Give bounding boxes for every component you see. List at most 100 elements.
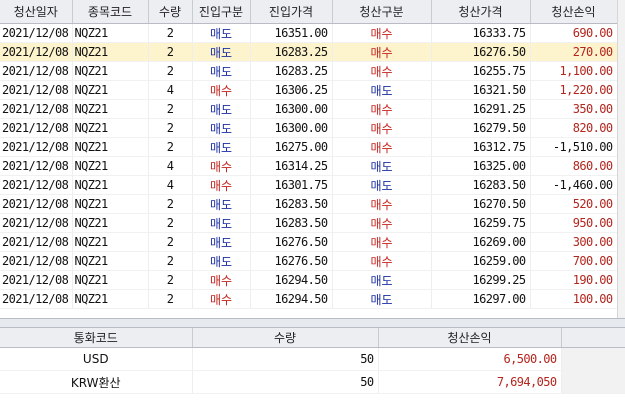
cell-close-date: 2021/12/08: [0, 137, 73, 157]
cell-entry-price: 16300.00: [250, 118, 333, 138]
table-row[interactable]: 2021/12/08 NQZ21 2 매도 16276.50 매수 16269.00 300.…: [0, 232, 618, 252]
col-header-pnl[interactable]: 청산손익: [530, 0, 618, 24]
table-row[interactable]: 2021/12/08 NQZ21 2 매도 16351.00 매수 16333.75 690.…: [0, 23, 618, 43]
cell-exit-side: 매수: [332, 99, 432, 119]
summary-cell-quantity: 50: [192, 347, 379, 371]
cell-close-date: 2021/12/08: [0, 194, 73, 214]
cell-entry-price: 16294.50: [250, 270, 333, 290]
cell-pnl: 820.00: [530, 118, 618, 138]
cell-entry-side: 매도: [192, 118, 251, 138]
cell-quantity: 2: [148, 61, 193, 81]
table-row[interactable]: 2021/12/08 NQZ21 2 매도 16276.50 매수 16259.00 700.…: [0, 251, 618, 271]
cell-symbol: NQZ21: [72, 61, 149, 81]
table-row[interactable]: 2021/12/08 NQZ21 4 매수 16301.75 매도 16283.50 -1,4…: [0, 175, 618, 195]
cell-entry-side: 매수: [192, 156, 251, 176]
cell-quantity: 2: [148, 270, 193, 290]
cell-exit-side: 매도: [332, 175, 432, 195]
cell-quantity: 2: [148, 118, 193, 138]
cell-entry-side: 매수: [192, 175, 251, 195]
summary-row[interactable]: KRW환산 50 7,694,050: [0, 370, 625, 394]
cell-entry-price: 16306.25: [250, 80, 333, 100]
table-row[interactable]: 2021/12/08 NQZ21 2 매도 16283.25 매수 16255.75 1,10…: [0, 61, 618, 81]
cell-quantity: 2: [148, 99, 193, 119]
cell-exit-price: 16259.00: [431, 251, 531, 271]
cell-symbol: NQZ21: [72, 137, 149, 157]
table-row[interactable]: 2021/12/08 NQZ21 4 매수 16306.25 매도 16321.50 1,22…: [0, 80, 618, 100]
trade-history-table: 청산일자 종목코드 수량 진입구분 진입가격 청산구분 청산가격 청산손익 20…: [0, 0, 618, 309]
cell-exit-price: 16283.50: [431, 175, 531, 195]
cell-exit-price: 16270.50: [431, 194, 531, 214]
cell-close-date: 2021/12/08: [0, 251, 73, 271]
summary-col-header-currency[interactable]: 통화코드: [0, 328, 193, 348]
col-header-exit-price[interactable]: 청산가격: [431, 0, 531, 24]
col-header-entry-side[interactable]: 진입구분: [192, 0, 251, 24]
cell-exit-price: 16299.25: [431, 270, 531, 290]
vertical-scrollbar[interactable]: [617, 0, 625, 322]
cell-exit-side: 매수: [332, 118, 432, 138]
summary-col-header-quantity[interactable]: 수량: [192, 328, 379, 348]
col-header-symbol[interactable]: 종목코드: [72, 0, 149, 24]
cell-exit-side: 매수: [332, 194, 432, 214]
table-row[interactable]: 2021/12/08 NQZ21 4 매수 16314.25 매도 16325.00 860.…: [0, 156, 618, 176]
cell-pnl: 1,220.00: [530, 80, 618, 100]
trade-history-grid[interactable]: 청산일자 종목코드 수량 진입구분 진입가격 청산구분 청산가격 청산손익 20…: [0, 0, 625, 322]
table-row[interactable]: 2021/12/08 NQZ21 2 매도 16275.00 매수 16312.75 -1,5…: [0, 137, 618, 157]
cell-pnl: 100.00: [530, 289, 618, 309]
summary-cell-currency: KRW환산: [0, 370, 193, 394]
cell-symbol: NQZ21: [72, 213, 149, 233]
cell-quantity: 2: [148, 194, 193, 214]
cell-exit-price: 16259.75: [431, 213, 531, 233]
header-row: 청산일자 종목코드 수량 진입구분 진입가격 청산구분 청산가격 청산손익: [0, 0, 618, 24]
cell-entry-price: 16300.00: [250, 99, 333, 119]
cell-entry-side: 매도: [192, 194, 251, 214]
table-row[interactable]: 2021/12/08 NQZ21 2 매수 16294.50 매도 16297.00 100.…: [0, 289, 618, 309]
cell-close-date: 2021/12/08: [0, 270, 73, 290]
cell-exit-side: 매도: [332, 156, 432, 176]
table-row[interactable]: 2021/12/08 NQZ21 2 매도 16283.50 매수 16259.75 950.…: [0, 213, 618, 233]
col-header-close-date[interactable]: 청산일자: [0, 0, 73, 24]
cell-entry-side: 매도: [192, 137, 251, 157]
cell-exit-price: 16333.75: [431, 23, 531, 43]
cell-pnl: 300.00: [530, 232, 618, 252]
table-row[interactable]: 2021/12/08 NQZ21 2 매도 16300.00 매수 16291.25 350.…: [0, 99, 618, 119]
col-header-quantity[interactable]: 수량: [148, 0, 193, 24]
cell-exit-price: 16312.75: [431, 137, 531, 157]
cell-entry-price: 16301.75: [250, 175, 333, 195]
table-row[interactable]: 2021/12/08 NQZ21 2 매도 16300.00 매수 16279.50 820.…: [0, 118, 618, 138]
cell-entry-price: 16283.50: [250, 213, 333, 233]
cell-exit-side: 매수: [332, 213, 432, 233]
cell-symbol: NQZ21: [72, 289, 149, 309]
summary-col-header-blank: [561, 328, 625, 348]
summary-header-row: 통화코드 수량 청산손익: [0, 328, 625, 348]
cell-exit-price: 16291.25: [431, 99, 531, 119]
cell-close-date: 2021/12/08: [0, 42, 73, 62]
cell-entry-price: 16351.00: [250, 23, 333, 43]
table-row[interactable]: 2021/12/08 NQZ21 2 매도 16283.50 매수 16270.50 520.…: [0, 194, 618, 214]
cell-exit-price: 16276.50: [431, 42, 531, 62]
cell-exit-side: 매수: [332, 251, 432, 271]
cell-pnl: 350.00: [530, 99, 618, 119]
cell-close-date: 2021/12/08: [0, 61, 73, 81]
col-header-entry-price[interactable]: 진입가격: [250, 0, 333, 24]
summary-cell-blank: [561, 370, 625, 394]
cell-exit-side: 매수: [332, 61, 432, 81]
summary-grid: 통화코드 수량 청산손익 USD 50 6,500.00 KRW환산 50 7,694,0…: [0, 328, 625, 410]
table-row[interactable]: 2021/12/08 NQZ21 2 매수 16294.50 매도 16299.25 190.…: [0, 270, 618, 290]
cell-symbol: NQZ21: [72, 251, 149, 271]
cell-exit-side: 매도: [332, 270, 432, 290]
cell-entry-price: 16294.50: [250, 289, 333, 309]
cell-quantity: 2: [148, 213, 193, 233]
table-row[interactable]: 2021/12/08 NQZ21 2 매도 16283.25 매수 16276.50 270.…: [0, 42, 618, 62]
splitter-bar[interactable]: [0, 318, 625, 328]
cell-quantity: 2: [148, 23, 193, 43]
cell-symbol: NQZ21: [72, 194, 149, 214]
cell-symbol: NQZ21: [72, 118, 149, 138]
summary-col-header-pnl[interactable]: 청산손익: [378, 328, 562, 348]
cell-quantity: 2: [148, 289, 193, 309]
summary-row[interactable]: USD 50 6,500.00: [0, 347, 625, 371]
cell-symbol: NQZ21: [72, 232, 149, 252]
cell-quantity: 2: [148, 42, 193, 62]
cell-symbol: NQZ21: [72, 270, 149, 290]
col-header-exit-side[interactable]: 청산구분: [332, 0, 432, 24]
cell-close-date: 2021/12/08: [0, 99, 73, 119]
